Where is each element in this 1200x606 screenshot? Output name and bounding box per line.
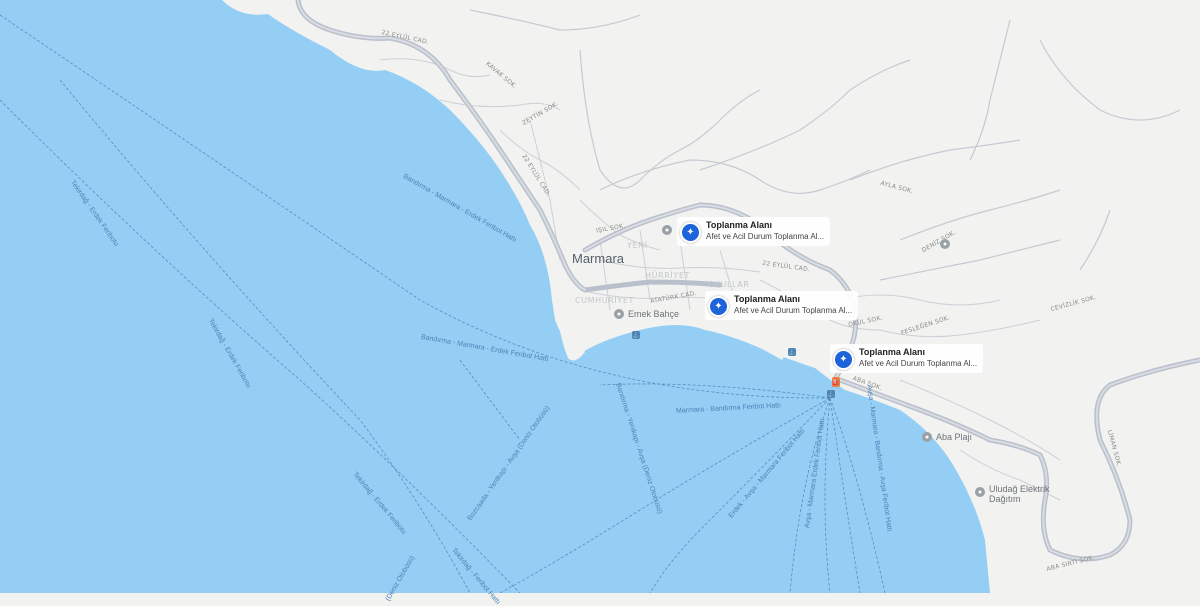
assembly-point-icon: ✦ xyxy=(680,222,701,243)
assembly-point-subtitle: Afet ve Acil Durum Toplanma Al... xyxy=(706,232,825,241)
place-pin-icon: ● xyxy=(975,487,985,497)
district-yeni: YENİ xyxy=(627,241,648,250)
ferry-stop-icon[interactable]: ⚓ xyxy=(632,331,640,339)
assembly-point-card[interactable]: ✦ Toplanma Alanı Afet ve Acil Durum Topl… xyxy=(677,217,831,246)
poi-mosque[interactable]: ● xyxy=(940,239,950,249)
assembly-point-title: Toplanma Alanı xyxy=(859,347,926,357)
assembly-point-subtitle: Afet ve Acil Durum Toplanma Al... xyxy=(859,359,978,368)
place-pin-icon: ● xyxy=(614,309,624,319)
assembly-point-title: Toplanma Alanı xyxy=(734,294,801,304)
poi-label: Uludağ Elektrik xyxy=(989,484,1050,494)
poi-mosque[interactable]: ● xyxy=(662,225,672,235)
poi-uludag-elektrik[interactable]: ● Uludağ Elektrik Dağıtım xyxy=(975,484,1050,504)
assembly-point-icon: ✦ xyxy=(708,296,729,317)
poi-label: Aba Plajı xyxy=(936,432,973,442)
poi-aba-plaji[interactable]: ● Aba Plajı xyxy=(922,432,972,442)
ferry-stop-icon[interactable]: ⚓ xyxy=(827,390,835,398)
mosque-icon: ● xyxy=(940,239,950,249)
ferry-stop-icon[interactable]: ⚓ xyxy=(788,348,796,356)
place-pin-icon: ● xyxy=(922,432,932,442)
assembly-point-title: Toplanma Alanı xyxy=(706,220,773,230)
poi-label: Emek Bahçe xyxy=(628,309,680,319)
fuel-station-icon[interactable]: ⛽ xyxy=(832,377,840,387)
assembly-point-subtitle: Afet ve Acil Durum Toplanma Al... xyxy=(734,306,853,315)
mosque-icon: ● xyxy=(662,225,672,235)
assembly-point-card[interactable]: ✦ Toplanma Alanı Afet ve Acil Durum Topl… xyxy=(705,291,859,320)
district-okullar: OKULLAR xyxy=(708,280,750,289)
assembly-point-card[interactable]: ✦ Toplanma Alanı Afet ve Acil Durum Topl… xyxy=(830,344,984,373)
poi-emek-bahce[interactable]: ● Emek Bahçe xyxy=(614,309,679,319)
city-label: Marmara xyxy=(572,251,625,266)
district-cumhuriyet: CUMHURİYET xyxy=(575,296,634,305)
assembly-point-icon: ✦ xyxy=(833,349,854,370)
poi-label: Dağıtım xyxy=(989,494,1021,504)
district-hurriyet: HÜRRİYET xyxy=(645,271,690,280)
